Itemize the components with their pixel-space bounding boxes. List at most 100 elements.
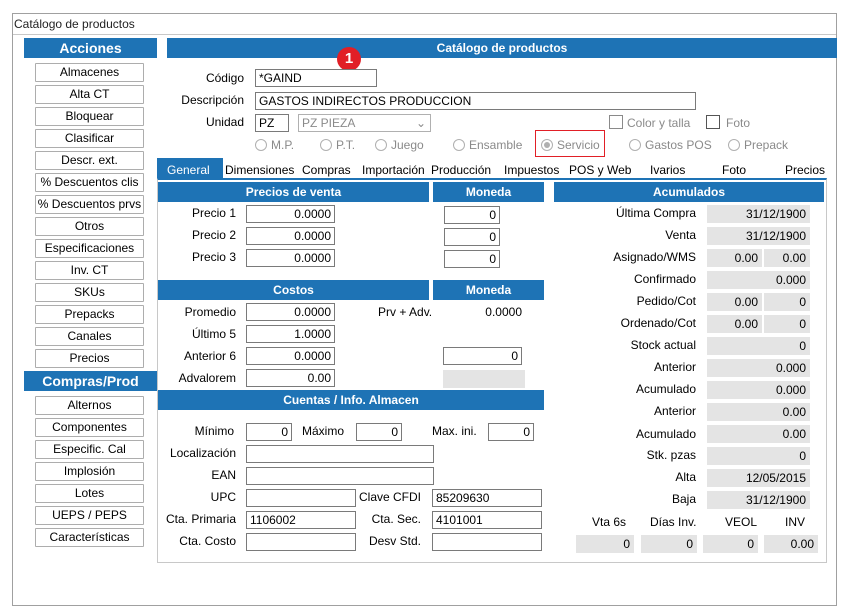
baja-value: 31/12/1900 bbox=[707, 491, 810, 509]
precio3-input[interactable]: 0.0000 bbox=[246, 249, 335, 267]
vta6s-value: 0 bbox=[576, 535, 634, 553]
upc-label: UPC bbox=[210, 490, 236, 504]
precios-venta-header: Precios de venta bbox=[158, 182, 429, 202]
tab-precios[interactable]: Precios bbox=[785, 163, 825, 177]
desv-std-input[interactable] bbox=[432, 533, 542, 551]
caracteristicas-button[interactable]: Características bbox=[35, 528, 144, 547]
componentes-button[interactable]: Componentes bbox=[35, 418, 144, 437]
descripcion-input[interactable]: GASTOS INDIRECTOS PRODUCCION bbox=[255, 92, 696, 110]
anterior6-moneda[interactable]: 0 bbox=[443, 347, 522, 365]
canales-button[interactable]: Canales bbox=[35, 327, 144, 346]
radio-gastos-pos[interactable] bbox=[629, 139, 641, 151]
foto-checkbox[interactable] bbox=[706, 115, 720, 129]
acumulados-header: Acumulados bbox=[554, 182, 824, 202]
radio-prepack-label: Prepack bbox=[744, 138, 789, 152]
descripcion-label: Descripción bbox=[181, 93, 244, 107]
upc-input[interactable] bbox=[246, 489, 356, 507]
desv-std-label: Desv Std. bbox=[368, 534, 421, 548]
acumulado2-label: Acumulado bbox=[635, 427, 696, 441]
tab-dimensiones[interactable]: Dimensiones bbox=[225, 163, 294, 177]
acumulado2-value: 0.00 bbox=[707, 425, 810, 443]
especificaciones-button[interactable]: Especificaciones bbox=[35, 239, 144, 258]
cta-primaria-label: Cta. Primaria bbox=[165, 512, 236, 526]
codigo-label: Código bbox=[205, 71, 244, 85]
advalorem-input[interactable]: 0.00 bbox=[246, 369, 335, 387]
skus-button[interactable]: SKUs bbox=[35, 283, 144, 302]
unidad-input[interactable]: PZ bbox=[255, 114, 289, 132]
ultimo-input[interactable]: 1.0000 bbox=[246, 325, 335, 343]
precio2-input[interactable]: 0.0000 bbox=[246, 227, 335, 245]
clave-cfdi-input[interactable]: 85209630 bbox=[432, 489, 542, 507]
anterior6-input[interactable]: 0.0000 bbox=[246, 347, 335, 365]
tab-pos-web[interactable]: POS y Web bbox=[569, 163, 631, 177]
maximo-input[interactable]: 0 bbox=[356, 423, 402, 441]
precio2-moneda[interactable]: 0 bbox=[444, 228, 500, 246]
advalorem-label: Advalorem bbox=[178, 371, 236, 385]
otros-button[interactable]: Otros bbox=[35, 217, 144, 236]
inv-ct-button[interactable]: Inv. CT bbox=[35, 261, 144, 280]
minimo-input[interactable]: 0 bbox=[246, 423, 292, 441]
cta-primaria-input[interactable]: 1106002 bbox=[246, 511, 356, 529]
alternos-button[interactable]: Alternos bbox=[35, 396, 144, 415]
localizacion-input[interactable] bbox=[246, 445, 434, 463]
venta-value: 31/12/1900 bbox=[707, 227, 810, 245]
promedio-input[interactable]: 0.0000 bbox=[246, 303, 335, 321]
radio-gastos-pos-label: Gastos POS bbox=[645, 138, 712, 152]
precio1-moneda[interactable]: 0 bbox=[444, 206, 500, 224]
tab-compras[interactable]: Compras bbox=[302, 163, 351, 177]
descuentos-prvs-button[interactable]: % Descuentos prvs bbox=[35, 195, 144, 214]
radio-juego[interactable] bbox=[375, 139, 387, 151]
clasificar-button[interactable]: Clasificar bbox=[35, 129, 144, 148]
tab-ivarios[interactable]: Ivarios bbox=[650, 163, 685, 177]
radio-ensamble[interactable] bbox=[453, 139, 465, 151]
ean-input[interactable] bbox=[246, 467, 434, 485]
ordenado-label: Ordenado/Cot bbox=[620, 316, 696, 330]
almacenes-button[interactable]: Almacenes bbox=[35, 63, 144, 82]
anterior1-value: 0.000 bbox=[707, 359, 810, 377]
descuentos-clis-button[interactable]: % Descuentos clis bbox=[35, 173, 144, 192]
asignado-value-b: 0.00 bbox=[764, 249, 810, 267]
codigo-input[interactable]: *GAIND bbox=[255, 69, 377, 87]
anterior6-label: Anterior 6 bbox=[183, 349, 236, 363]
ueps-peps-button[interactable]: UEPS / PEPS bbox=[35, 506, 144, 525]
radio-pt[interactable] bbox=[320, 139, 332, 151]
radio-servicio[interactable] bbox=[541, 139, 553, 151]
acumulado1-value: 0.000 bbox=[707, 381, 810, 399]
precio1-input[interactable]: 0.0000 bbox=[246, 205, 335, 223]
cta-costo-label: Cta. Costo bbox=[179, 534, 236, 548]
maxini-input[interactable]: 0 bbox=[488, 423, 534, 441]
pedido-value-a: 0.00 bbox=[707, 293, 762, 311]
precio3-label: Precio 3 bbox=[191, 250, 236, 264]
tab-importacion[interactable]: Importación bbox=[362, 163, 425, 177]
lotes-button[interactable]: Lotes bbox=[35, 484, 144, 503]
color-talla-label: Color y talla bbox=[627, 116, 691, 130]
prepacks-button[interactable]: Prepacks bbox=[35, 305, 144, 324]
ultimo-label: Último 5 bbox=[191, 327, 236, 341]
alta-label: Alta bbox=[675, 470, 696, 484]
bloquear-button[interactable]: Bloquear bbox=[35, 107, 144, 126]
ordenado-value-b: 0 bbox=[764, 315, 810, 333]
dias-inv-label: Días Inv. bbox=[650, 515, 697, 529]
cta-costo-input[interactable] bbox=[246, 533, 356, 551]
tab-foto[interactable]: Foto bbox=[722, 163, 746, 177]
localizacion-label: Localización bbox=[169, 446, 236, 460]
cta-sec-input[interactable]: 4101001 bbox=[432, 511, 542, 529]
alta-ct-button[interactable]: Alta CT bbox=[35, 85, 144, 104]
implosion-button[interactable]: Implosión bbox=[35, 462, 144, 481]
acciones-header: Acciones bbox=[24, 38, 157, 58]
prv-adv-value: 0.0000 bbox=[485, 305, 522, 319]
tab-produccion[interactable]: Producción bbox=[431, 163, 491, 177]
precio3-moneda[interactable]: 0 bbox=[444, 250, 500, 268]
radio-mp[interactable] bbox=[255, 139, 267, 151]
alta-value: 12/05/2015 bbox=[707, 469, 810, 487]
precios-moneda-header: Moneda bbox=[433, 182, 544, 202]
tab-impuestos[interactable]: Impuestos bbox=[504, 163, 559, 177]
descr-ext-button[interactable]: Descr. ext. bbox=[35, 151, 144, 170]
radio-prepack[interactable] bbox=[728, 139, 740, 151]
especific-cal-button[interactable]: Especific. Cal bbox=[35, 440, 144, 459]
precios-button[interactable]: Precios bbox=[35, 349, 144, 368]
color-talla-checkbox[interactable] bbox=[609, 115, 623, 129]
unidad-select[interactable]: PZ PIEZA ⌄ bbox=[298, 114, 431, 132]
radio-servicio-label: Servicio bbox=[557, 138, 600, 152]
stk-pzas-label: Stk. pzas bbox=[646, 448, 696, 462]
